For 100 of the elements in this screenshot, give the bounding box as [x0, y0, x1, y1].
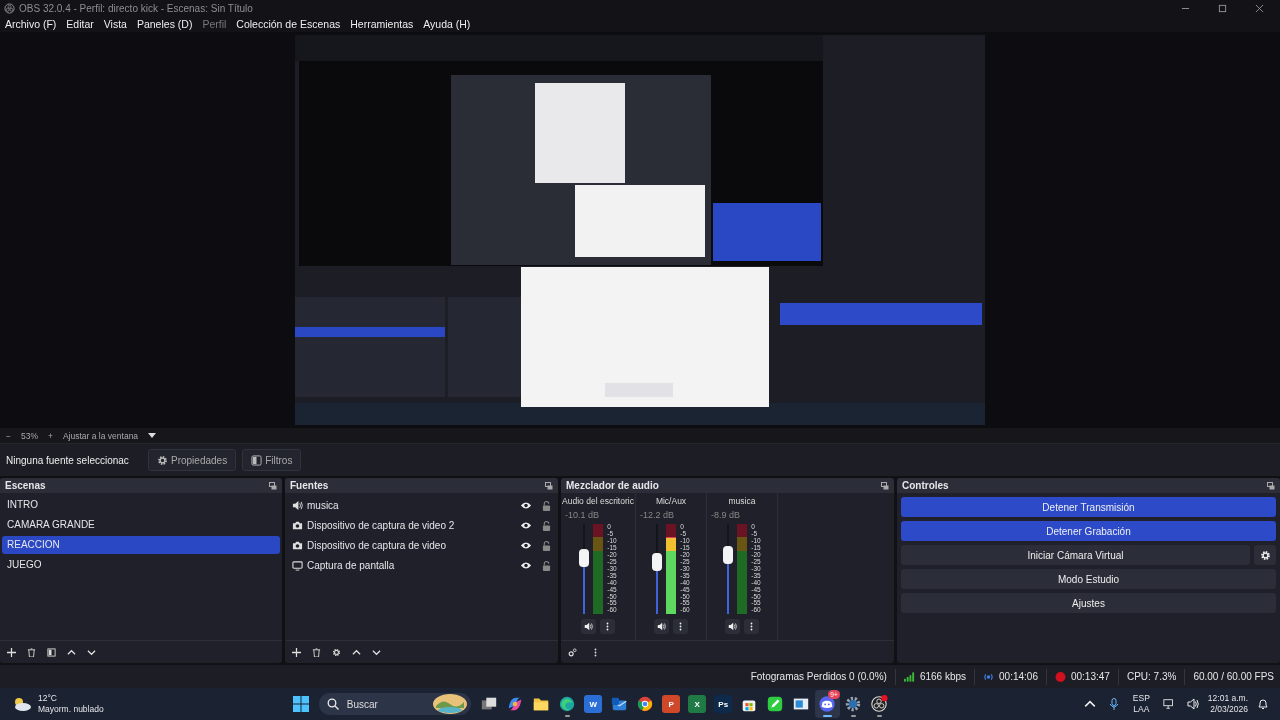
- cpu-usage: CPU: 7.3%: [1126, 671, 1177, 682]
- gear-icon: [1259, 549, 1271, 561]
- bell-icon[interactable]: [1257, 698, 1269, 710]
- scene-item[interactable]: CAMARA GRANDE: [2, 516, 280, 534]
- scene-item[interactable]: REACCION: [2, 536, 280, 554]
- start-icon[interactable]: [292, 696, 309, 712]
- undock-icon[interactable]: [545, 481, 553, 490]
- lock-icon[interactable]: [542, 559, 551, 571]
- search-field[interactable]: Buscar: [318, 693, 471, 715]
- lock-icon[interactable]: [542, 499, 551, 511]
- camera-icon: [292, 539, 303, 551]
- slider-thumb[interactable]: [579, 549, 590, 568]
- filter-icon[interactable]: [47, 647, 56, 657]
- speaker-icon: [728, 622, 737, 631]
- eye-icon[interactable]: [520, 540, 532, 550]
- lock-icon[interactable]: [542, 539, 551, 551]
- undock-icon[interactable]: [1267, 481, 1275, 490]
- volume-slider[interactable]: [579, 524, 590, 614]
- filters-button[interactable]: Filtros: [242, 449, 302, 471]
- caret-icon[interactable]: [148, 433, 157, 438]
- menu-item[interactable]: Editar: [66, 18, 94, 30]
- zoom-in-button[interactable]: +: [48, 430, 53, 441]
- taskbar-app-button[interactable]: W: [580, 690, 606, 718]
- app-logo-icon: X: [688, 695, 707, 713]
- settings-button[interactable]: [1254, 545, 1276, 565]
- properties-button[interactable]: Propiedades: [148, 449, 237, 471]
- browser-icon: [636, 695, 655, 713]
- source-item[interactable]: Dispositivo de captura de video: [307, 539, 516, 551]
- panel-title: Fuentes: [290, 480, 329, 491]
- slider-thumb[interactable]: [652, 552, 663, 571]
- control-button[interactable]: Ajustes: [901, 593, 1276, 613]
- add-icon[interactable]: [292, 647, 301, 657]
- volume-slider[interactable]: [652, 524, 663, 614]
- panel-title: Controles: [902, 480, 949, 491]
- chat-logo-icon: [818, 695, 837, 713]
- fit-dropdown[interactable]: Ajustar a la ventana: [62, 430, 139, 441]
- source-item[interactable]: Captura de pantalla: [307, 559, 516, 571]
- scene-item[interactable]: JUEGO: [2, 556, 280, 574]
- network-icon[interactable]: [1162, 698, 1175, 710]
- input-language[interactable]: ESP LAA: [1132, 693, 1150, 715]
- landscape-icon: [432, 694, 467, 714]
- volume-icon[interactable]: [1186, 698, 1199, 710]
- trash-icon[interactable]: [27, 647, 36, 657]
- menu-item[interactable]: Ayuda (H): [423, 18, 471, 30]
- mute-button[interactable]: [725, 619, 740, 634]
- scene-item[interactable]: INTRO: [2, 496, 280, 514]
- weather-icon[interactable]: [12, 696, 32, 712]
- taskbar-app-button[interactable]: X: [684, 690, 710, 718]
- search-input[interactable]: Buscar: [344, 697, 427, 711]
- clock[interactable]: 12:01 a.m. 2/03/2026: [1207, 693, 1248, 715]
- gear-icon: [844, 695, 863, 713]
- record-time: 00:13:47: [1070, 671, 1110, 682]
- eye-icon[interactable]: [520, 500, 532, 510]
- control-button[interactable]: Modo Estudio: [901, 569, 1276, 589]
- close-icon[interactable]: [1255, 3, 1264, 13]
- undock-icon[interactable]: [269, 481, 277, 490]
- app-logo-icon: [4, 2, 15, 14]
- menu-item[interactable]: Vista: [103, 18, 127, 30]
- pen-icon: [766, 695, 785, 713]
- menu-item[interactable]: Archivo (F): [5, 18, 57, 30]
- zoom-out-button[interactable]: −: [6, 430, 11, 441]
- undock-icon[interactable]: [881, 481, 889, 490]
- channel-name: Mic/Aux: [655, 496, 687, 506]
- app-logo-icon: P: [662, 695, 681, 713]
- volume-reading: -10.1 dB: [564, 510, 600, 520]
- eye-icon[interactable]: [520, 520, 532, 530]
- weather-summary: Mayorm. nublado: [38, 704, 104, 715]
- app-logo-icon: W: [584, 695, 603, 713]
- selected-source-label: Ninguna fuente seleccionac: [6, 454, 130, 466]
- more-button[interactable]: [744, 619, 759, 634]
- chevron-up-icon[interactable]: [1083, 698, 1096, 710]
- taskbar-app-button[interactable]: Ps: [710, 690, 736, 718]
- add-icon[interactable]: [7, 647, 16, 657]
- menu-item[interactable]: Herramientas: [350, 18, 414, 30]
- bitrate: 6166 kbps: [919, 671, 967, 682]
- mute-button[interactable]: [654, 619, 669, 634]
- microphone-icon[interactable]: [1107, 698, 1120, 710]
- menu-item[interactable]: Paneles (D): [136, 18, 193, 30]
- lock-icon[interactable]: [542, 519, 551, 531]
- control-button[interactable]: Iniciar Cámara Virtual: [901, 545, 1250, 565]
- taskbar-app-button[interactable]: P: [658, 690, 684, 718]
- control-button[interactable]: Detener Grabación: [901, 521, 1276, 541]
- mute-button[interactable]: [581, 619, 596, 634]
- eye-icon[interactable]: [520, 560, 532, 570]
- trash-icon[interactable]: [312, 647, 321, 657]
- gears-icon[interactable]: [568, 647, 577, 657]
- maximize-icon[interactable]: [1218, 3, 1227, 13]
- volume-reading: -8.9 dB: [710, 510, 741, 520]
- running-indicator: [564, 715, 570, 717]
- gear-icon[interactable]: [332, 647, 341, 657]
- source-item[interactable]: Dispositivo de captura de video 2: [307, 519, 516, 531]
- more-button[interactable]: [673, 619, 688, 634]
- slider-thumb[interactable]: [723, 545, 734, 564]
- more-button[interactable]: [600, 619, 615, 634]
- source-item[interactable]: musica: [307, 499, 516, 511]
- menu-item[interactable]: Colección de Escenas: [236, 18, 341, 30]
- window-title: OBS 32.0.4 - Perfil: directo kick - Escenas: Sin Título: [19, 2, 253, 14]
- speaker-icon: [657, 622, 666, 631]
- volume-slider[interactable]: [723, 524, 734, 614]
- control-button[interactable]: Detener Transmisión: [901, 497, 1276, 517]
